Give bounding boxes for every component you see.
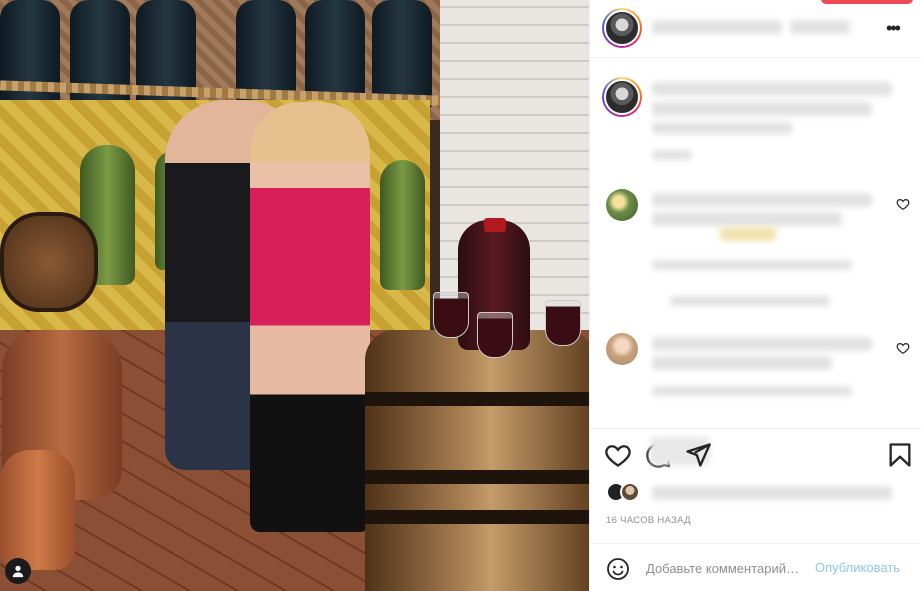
- post-header: •••: [590, 0, 921, 58]
- comment-text-blurred: [652, 212, 842, 226]
- caption-text-blurred: [652, 82, 892, 96]
- user-icon: [12, 565, 24, 578]
- photo-wine-glass: [433, 292, 469, 338]
- photo-clay-pot: [0, 450, 75, 570]
- comment-avatar[interactable]: [606, 189, 638, 221]
- heart-icon[interactable]: [896, 341, 910, 355]
- share-icon[interactable]: [684, 441, 712, 469]
- liked-by-avatar: [620, 482, 640, 502]
- post-time[interactable]: 16 ЧАСОВ НАЗАД: [606, 515, 691, 526]
- likes-text-blurred[interactable]: [652, 486, 892, 500]
- post-photo[interactable]: [0, 0, 589, 591]
- photo-wine-glass: [477, 312, 513, 358]
- caption-text-blurred: [652, 102, 872, 116]
- caption-text-blurred: [652, 122, 792, 134]
- author-avatar[interactable]: [602, 8, 642, 48]
- comment-input[interactable]: [646, 558, 811, 578]
- post-comment-button[interactable]: Опубликовать: [815, 560, 900, 575]
- comment-bar: Опубликовать: [590, 543, 921, 591]
- comment-avatar[interactable]: [606, 333, 638, 365]
- photo-tag-button[interactable]: [5, 558, 31, 584]
- author-username-blurred[interactable]: [652, 20, 782, 34]
- emoji-icon[interactable]: [606, 557, 630, 581]
- view-replies-blurred[interactable]: [670, 296, 830, 306]
- photo-barrel-table: [365, 330, 589, 591]
- bookmark-icon[interactable]: [886, 441, 914, 469]
- follow-link-blurred[interactable]: [790, 20, 850, 34]
- post-sidebar: ••• 16 ЧАСОВ НАЗАД Добавьте комментарий……: [589, 0, 921, 591]
- comment-meta-blurred: [652, 260, 852, 270]
- photo-woman: [250, 102, 370, 532]
- more-icon[interactable]: •••: [886, 18, 901, 39]
- comment-text-blurred: [652, 337, 872, 351]
- heart-icon[interactable]: [896, 197, 910, 211]
- comment-text-blurred: [652, 193, 872, 207]
- comment-emoji-blurred: [720, 227, 776, 241]
- comment-text-blurred: [652, 356, 832, 370]
- photo-barrel-hoop: [365, 510, 589, 524]
- comment-meta-blurred: [652, 386, 852, 396]
- caption-time-blurred: [652, 150, 692, 160]
- photo-barrel-left: [0, 212, 98, 312]
- photo-barrel-hoop: [365, 470, 589, 484]
- photo-bottle: [0, 0, 60, 110]
- photo-wine-glass: [545, 300, 581, 346]
- photo-green-bottle: [380, 160, 425, 290]
- photo-wine-cork: [484, 218, 506, 232]
- heart-icon[interactable]: [604, 441, 632, 469]
- post-actions: [590, 428, 921, 478]
- photo-barrel-hoop: [365, 392, 589, 406]
- caption-author-avatar[interactable]: [602, 77, 642, 117]
